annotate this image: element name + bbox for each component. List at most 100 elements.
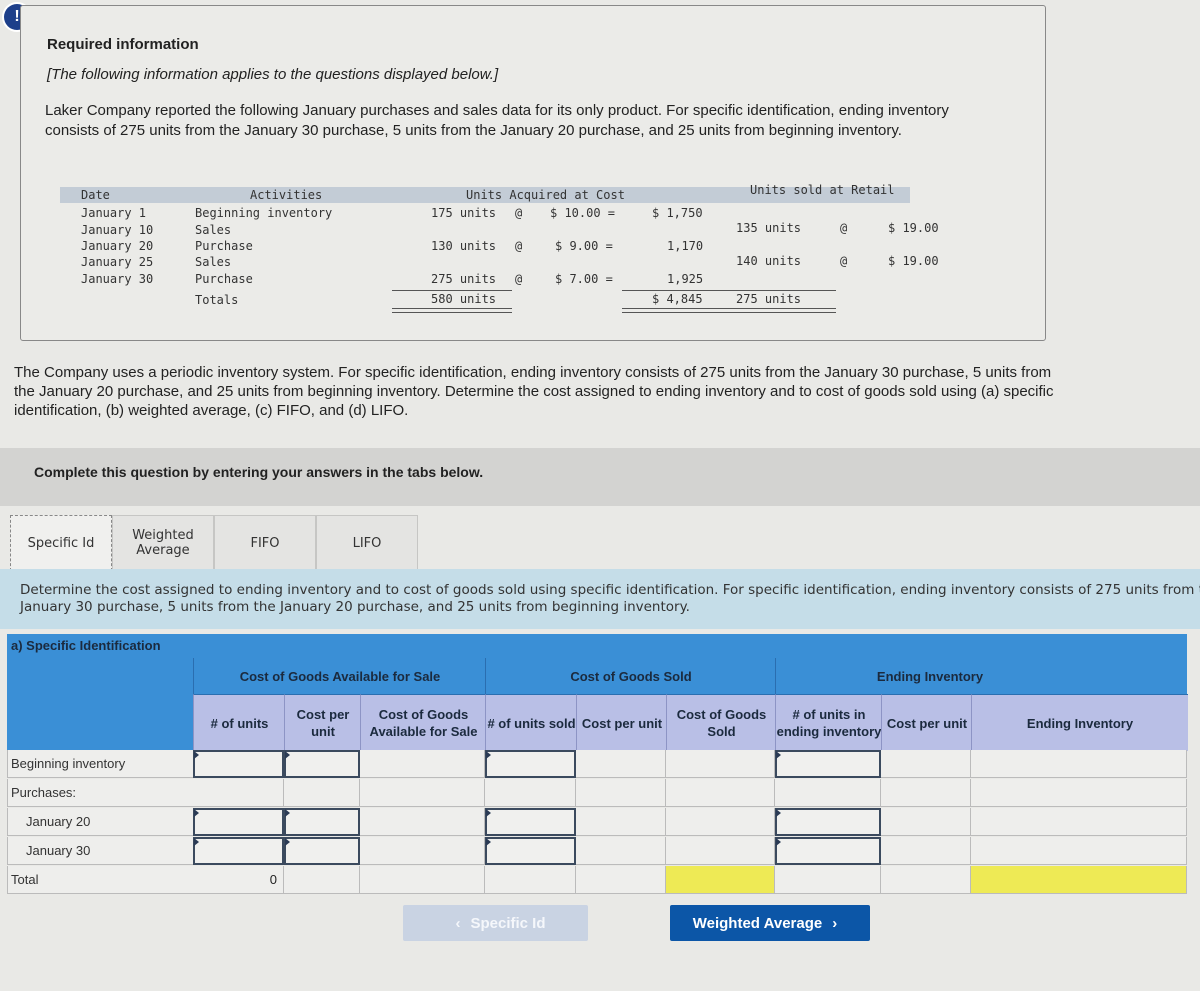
row-activity: Sales — [195, 255, 232, 269]
row-activity: Beginning inventory — [195, 206, 333, 220]
row-label: Total — [7, 866, 193, 894]
group-header-cogas: Cost of Goods Available for Sale — [193, 658, 486, 694]
instruction-line: Determine the cost assigned to ending in… — [20, 582, 1200, 598]
row-sold-units: 140 units — [736, 254, 802, 268]
tab-specific-id[interactable]: Specific Id — [10, 515, 112, 571]
computed-cell — [485, 866, 576, 894]
row-sold-units: 135 units — [736, 221, 802, 235]
header-date: Date — [81, 188, 110, 202]
totals-units: 580 units — [431, 292, 497, 306]
input-cell[interactable] — [775, 837, 881, 865]
tab-label: Weighted Average — [132, 528, 194, 558]
next-tab-button[interactable]: Weighted Average › — [670, 905, 870, 941]
subtotal-rule — [392, 290, 512, 291]
input-cell[interactable] — [193, 808, 284, 836]
col-header: Cost of Goods Available for Sale — [360, 694, 486, 751]
computed-cell — [284, 866, 360, 894]
computed-cell — [284, 779, 360, 807]
computed-cell — [576, 779, 666, 807]
complete-instruction: Complete this question by entering your … — [34, 464, 484, 480]
chevron-left-icon: ‹ — [455, 914, 461, 932]
col-header: # of units — [193, 694, 285, 751]
row-units: 275 units — [431, 272, 497, 286]
input-cell[interactable] — [485, 837, 576, 865]
computed-cell — [666, 779, 775, 807]
row-at: @ — [515, 272, 523, 286]
tab-fifo[interactable]: FIFO — [214, 515, 316, 570]
input-cell[interactable] — [775, 750, 881, 778]
computed-cell — [360, 779, 485, 807]
row-label: Purchases: — [7, 779, 193, 807]
required-info-title: Required information — [47, 36, 199, 53]
row-cost: $ 9.00 = — [555, 239, 613, 253]
computed-cell — [576, 750, 666, 778]
row-sold-at: @ — [840, 221, 848, 235]
worksheet-title: a) Specific Identification — [11, 638, 161, 653]
tab-label: LIFO — [352, 535, 382, 551]
row-date: January 20 — [81, 239, 154, 253]
required-info-paragraph: Laker Company reported the following Jan… — [45, 102, 949, 139]
computed-cell — [881, 808, 971, 836]
computed-cell — [666, 808, 775, 836]
computed-cell — [971, 779, 1187, 807]
row-activity: Sales — [195, 223, 232, 237]
tab-weighted-average[interactable]: Weighted Average — [112, 515, 214, 570]
row-total: 1,925 — [667, 272, 704, 286]
instruction-line: January 30 purchase, 5 units from the Ja… — [20, 599, 690, 615]
next-tab-label: Weighted Average — [692, 914, 823, 932]
col-header: # of units sold — [485, 694, 577, 751]
header-fill — [1083, 658, 1187, 694]
computed-cell — [360, 750, 485, 778]
row-total: 1,170 — [667, 239, 704, 253]
computed-cell — [666, 837, 775, 865]
computed-cell — [971, 837, 1187, 865]
computed-cell — [775, 866, 881, 894]
total-double-rule — [392, 308, 512, 313]
input-cell[interactable] — [775, 808, 881, 836]
tab-instruction-text: Determine the cost assigned to ending in… — [20, 582, 1200, 616]
col-header: Ending Inventory — [971, 694, 1188, 751]
total-double-rule — [622, 308, 836, 313]
subtotal-rule — [622, 290, 836, 291]
input-cell[interactable] — [284, 808, 360, 836]
computed-cell — [881, 837, 971, 865]
tab-label: FIFO — [250, 535, 280, 551]
row-activity: Purchase — [195, 239, 253, 253]
row-units: 130 units — [431, 239, 497, 253]
row-at: @ — [515, 206, 523, 220]
row-date: January 25 — [81, 255, 154, 269]
group-header-ending-inventory: Ending Inventory — [775, 658, 1084, 694]
previous-tab-button[interactable]: ‹ Specific Id — [403, 905, 588, 941]
input-cell[interactable] — [193, 837, 284, 865]
input-cell[interactable] — [485, 750, 576, 778]
row-date: January 1 — [81, 206, 147, 220]
col-header: Cost per unit — [881, 694, 972, 751]
computed-cell — [881, 779, 971, 807]
tab-lifo[interactable]: LIFO — [316, 515, 418, 570]
row-sold-at: @ — [840, 254, 848, 268]
row-units: 175 units — [431, 206, 497, 220]
computed-cell — [360, 866, 485, 894]
computed-cell — [666, 866, 775, 894]
input-cell[interactable] — [284, 750, 360, 778]
tab-instruction-panel: Determine the cost assigned to ending in… — [0, 569, 1200, 629]
input-cell[interactable] — [193, 750, 284, 778]
header-acquired: Units Acquired at Cost — [466, 188, 625, 202]
col-header: # of units in ending inventory — [775, 694, 882, 751]
computed-cell — [485, 779, 576, 807]
computed-cell — [360, 837, 485, 865]
row-cost: $ 10.00 = — [550, 206, 616, 220]
group-header-cogs: Cost of Goods Sold — [485, 658, 776, 694]
col-header: Cost per unit — [284, 694, 361, 751]
row-activity: Purchase — [195, 272, 253, 286]
tab-label: Specific Id — [27, 535, 95, 551]
computed-cell — [775, 779, 881, 807]
input-cell[interactable] — [284, 837, 360, 865]
question-paragraph: The Company uses a periodic inventory sy… — [14, 364, 1054, 419]
input-cell[interactable] — [485, 808, 576, 836]
specific-identification-worksheet: a) Specific Identification Cost of Goods… — [7, 634, 1188, 900]
computed-cell — [971, 750, 1187, 778]
totals-sold-units: 275 units — [736, 292, 802, 306]
computed-cell — [881, 750, 971, 778]
computed-cell — [881, 866, 971, 894]
